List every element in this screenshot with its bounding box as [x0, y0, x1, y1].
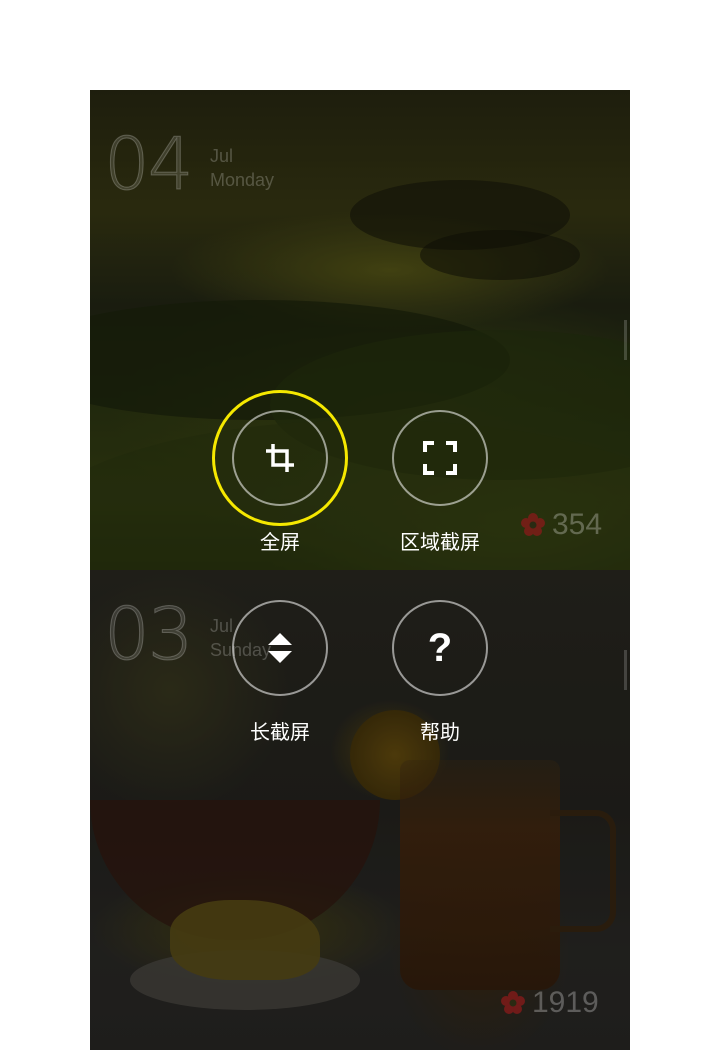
wallpaper-card[interactable]: 04 Jul Monday 354: [90, 90, 630, 570]
date-month: Jul: [210, 616, 234, 636]
wallpaper-card[interactable]: 03 Jul Sunday 1919: [90, 570, 630, 1050]
long-screenshot-button[interactable]: [232, 600, 328, 696]
date-weekday: Monday: [210, 170, 275, 190]
fullscreen-corners-icon: [423, 441, 457, 475]
like-count: 354: [552, 508, 603, 541]
like-counter[interactable]: 354: [520, 508, 602, 542]
fullscreen-screenshot-label: 全屏: [260, 530, 300, 554]
region-screenshot-label: 区域截屏: [400, 530, 480, 554]
like-count: 1919: [532, 986, 599, 1019]
wallpaper-feed: 04 Jul Monday 354 03 Jul Sunday 1919 全屏 …: [90, 90, 630, 1050]
flower-icon: [501, 991, 525, 1014]
date-day: 03: [104, 592, 195, 677]
date-day: 04: [104, 122, 195, 207]
crop-icon: [266, 444, 294, 472]
like-counter[interactable]: 1919: [500, 986, 599, 1020]
long-screenshot-label: 长截屏: [250, 720, 310, 744]
help-label: 帮助: [420, 720, 460, 744]
scroll-arrows-icon: [268, 633, 292, 663]
region-screenshot-button[interactable]: [392, 410, 488, 506]
flower-icon: [521, 513, 545, 536]
date-month: Jul: [210, 146, 234, 166]
help-button[interactable]: ?: [392, 600, 488, 696]
scroll-indicator: [624, 320, 627, 360]
scroll-indicator: [624, 650, 627, 690]
question-icon: ?: [427, 626, 453, 670]
fullscreen-screenshot-button[interactable]: [232, 410, 328, 506]
